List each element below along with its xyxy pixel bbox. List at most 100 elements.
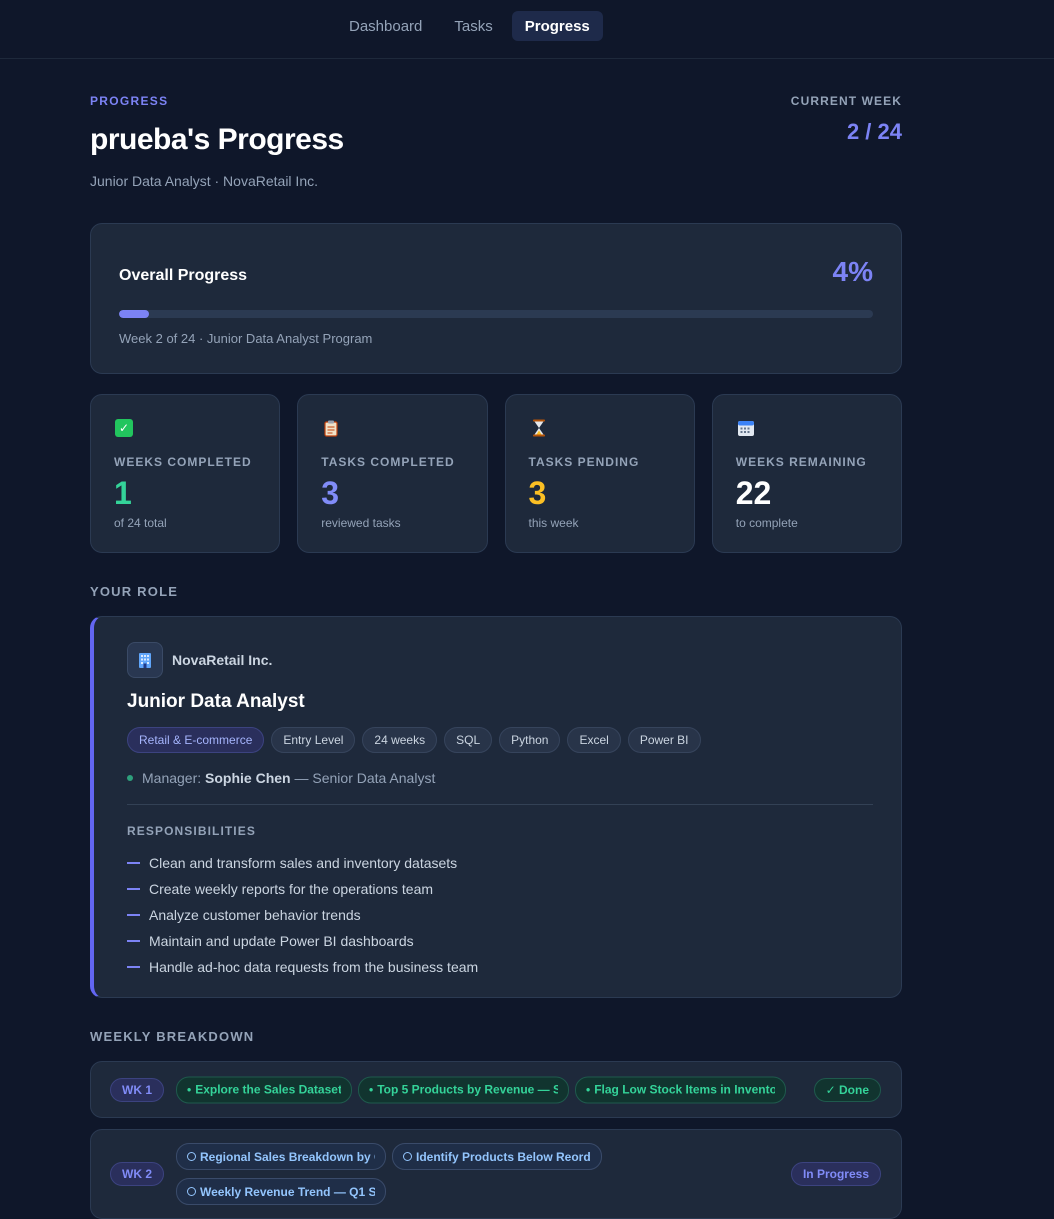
stat-value: 3 xyxy=(321,475,340,511)
task-title: Regional Sales Breakdown by Ca xyxy=(200,1149,375,1164)
list-item: Clean and transform sales and inventory … xyxy=(127,850,478,876)
week-tasks: • Explore the Sales Dataset • Top 5 Produc… xyxy=(176,1076,796,1103)
dash-icon xyxy=(127,940,140,942)
page-subtitle: Junior Data Analyst · NovaRetail Inc. xyxy=(90,173,318,189)
role-tags: Retail & E-commerce Entry Level 24 weeks… xyxy=(127,727,701,753)
stat-label: TASKS PENDING xyxy=(528,455,640,469)
overall-progress-percent: 4% xyxy=(832,256,873,287)
task-pill[interactable]: • Top 5 Products by Revenue — SQ xyxy=(358,1076,569,1103)
stats-row: ✓ WEEKS COMPLETED 1 of 24 total TASKS CO… xyxy=(90,394,902,553)
check-box-icon: ✓ xyxy=(115,419,133,437)
responsibility-text: Handle ad-hoc data requests from the bus… xyxy=(149,959,479,975)
tag-duration: 24 weeks xyxy=(362,727,438,753)
responsibility-text: Maintain and update Power BI dashboards xyxy=(149,933,414,949)
current-week-value: 2 / 24 xyxy=(846,119,902,144)
tab-progress[interactable]: Progress xyxy=(511,11,603,41)
tab-tasks[interactable]: Tasks xyxy=(441,11,505,41)
done-dot-icon: • xyxy=(586,1082,591,1097)
dash-icon xyxy=(127,862,140,864)
task-pill[interactable]: Weekly Revenue Trend — Q1 Sur xyxy=(176,1178,386,1205)
tag-level: Entry Level xyxy=(271,727,356,753)
dash-icon xyxy=(127,966,140,968)
stat-tasks-pending: TASKS PENDING 3 this week xyxy=(504,394,695,553)
dash-icon xyxy=(127,914,140,916)
top-navigation: Dashboard Tasks Progress xyxy=(0,0,1054,59)
tag-skill: Power BI xyxy=(627,727,701,753)
weekly-list: WK 1 • Explore the Sales Dataset • Top 5 P… xyxy=(90,1061,902,1219)
status-badge: In Progress xyxy=(790,1162,881,1186)
weekly-breakdown-heading: WEEKLY BREAKDOWN xyxy=(90,1029,255,1044)
manager-name: Sophie Chen xyxy=(205,770,291,786)
circle-icon xyxy=(403,1152,412,1161)
tab-dashboard[interactable]: Dashboard xyxy=(336,11,435,41)
circle-icon xyxy=(187,1152,196,1161)
page-title: prueba's Progress xyxy=(90,123,344,156)
list-item: Handle ad-hoc data requests from the bus… xyxy=(127,954,478,980)
dash-icon xyxy=(127,888,140,890)
stat-caption: to complete xyxy=(735,516,798,530)
overall-progress-bar xyxy=(119,310,873,318)
building-icon xyxy=(127,642,163,678)
week-badge: WK 1 xyxy=(110,1077,164,1102)
stat-value: 22 xyxy=(735,475,772,511)
stat-label: TASKS COMPLETED xyxy=(321,455,455,469)
task-title: Flag Low Stock Items in Inventory xyxy=(594,1082,775,1097)
stat-caption: this week xyxy=(528,516,579,530)
stat-weeks-remaining: WEEKS REMAINING 22 to complete xyxy=(711,394,902,553)
page-eyebrow: PROGRESS xyxy=(90,94,169,108)
divider xyxy=(127,804,873,805)
week-badge: WK 2 xyxy=(110,1162,164,1186)
main-content: PROGRESS prueba's Progress Junior Data A… xyxy=(90,59,902,1219)
task-title: Identify Products Below Reorder xyxy=(416,1149,591,1164)
your-role-heading: YOUR ROLE xyxy=(90,584,179,599)
circle-icon xyxy=(187,1187,196,1196)
status-badge: ✓ Done xyxy=(813,1077,881,1102)
current-week-label: CURRENT WEEK xyxy=(790,94,902,108)
overall-progress-label: Overall Progress xyxy=(119,267,248,284)
list-item: Analyze customer behavior trends xyxy=(127,902,478,928)
done-dot-icon: • xyxy=(187,1082,192,1097)
task-title: Explore the Sales Dataset xyxy=(195,1082,341,1097)
stat-weeks-completed: ✓ WEEKS COMPLETED 1 of 24 total xyxy=(90,394,281,553)
task-title: Top 5 Products by Revenue — SQ xyxy=(377,1082,558,1097)
overall-progress-fill xyxy=(119,310,150,318)
tag-industry: Retail & E-commerce xyxy=(127,727,265,753)
stat-label: WEEKS COMPLETED xyxy=(114,455,252,469)
stat-label: WEEKS REMAINING xyxy=(735,455,867,469)
task-pill[interactable]: • Explore the Sales Dataset xyxy=(176,1076,352,1103)
overall-progress-card: Overall Progress 4% Week 2 of 24 · Junio… xyxy=(90,223,902,374)
task-pill[interactable]: Identify Products Below Reorder xyxy=(392,1143,602,1170)
week-tasks: Regional Sales Breakdown by Ca Identify … xyxy=(176,1143,606,1205)
list-item: Maintain and update Power BI dashboards xyxy=(127,928,478,954)
done-dot-icon: • xyxy=(369,1082,374,1097)
role-title: Junior Data Analyst xyxy=(127,691,305,712)
tag-skill: Excel xyxy=(567,727,621,753)
stat-caption: reviewed tasks xyxy=(321,516,401,530)
responsibility-text: Analyze customer behavior trends xyxy=(149,907,361,923)
status-dot-icon xyxy=(127,775,133,781)
task-pill[interactable]: Regional Sales Breakdown by Ca xyxy=(176,1143,386,1170)
responsibilities-list: Clean and transform sales and inventory … xyxy=(127,850,478,980)
hourglass-icon xyxy=(530,419,548,437)
role-card: NovaRetail Inc. Junior Data Analyst Reta… xyxy=(90,616,902,998)
stat-tasks-completed: TASKS COMPLETED 3 reviewed tasks xyxy=(297,394,488,553)
tag-skill: SQL xyxy=(444,727,493,753)
list-item: Create weekly reports for the operations… xyxy=(127,876,478,902)
overall-progress-caption: Week 2 of 24 · Junior Data Analyst Progr… xyxy=(119,331,373,346)
manager-role: — Senior Data Analyst xyxy=(290,770,436,786)
company-name: NovaRetail Inc. xyxy=(172,652,273,668)
calendar-icon xyxy=(737,419,755,437)
responsibility-text: Clean and transform sales and inventory … xyxy=(149,855,458,871)
task-title: Weekly Revenue Trend — Q1 Sur xyxy=(200,1184,375,1199)
manager-info: Manager: Sophie Chen — Senior Data Analy… xyxy=(127,770,435,786)
page-header: PROGRESS prueba's Progress Junior Data A… xyxy=(90,59,902,223)
clipboard-icon xyxy=(322,419,340,437)
stat-value: 3 xyxy=(528,475,547,511)
week-row-2[interactable]: WK 2 Regional Sales Breakdown by Ca Iden… xyxy=(90,1129,902,1219)
week-row-1[interactable]: WK 1 • Explore the Sales Dataset • Top 5 P… xyxy=(90,1061,902,1118)
manager-label: Manager: xyxy=(142,770,202,786)
responsibility-text: Create weekly reports for the operations… xyxy=(149,881,434,897)
tag-skill: Python xyxy=(499,727,561,753)
stat-caption: of 24 total xyxy=(114,516,167,530)
task-pill[interactable]: • Flag Low Stock Items in Inventory xyxy=(575,1076,786,1103)
